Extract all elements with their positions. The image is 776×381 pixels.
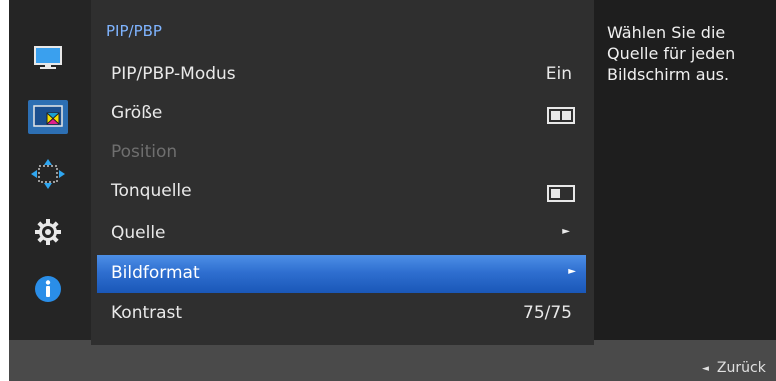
menu-item-value: 75/75 xyxy=(523,303,572,323)
monitor-icon xyxy=(34,46,62,69)
menu-item-label: Quelle xyxy=(111,223,166,243)
menu-item-picture-size[interactable]: Bildformat ► xyxy=(97,255,586,293)
pip-pbp-menu: PIP/PBP PIP/PBP-Modus Ein Größe Position… xyxy=(91,0,594,345)
bottom-bar xyxy=(9,340,776,381)
sidebar-item-position[interactable] xyxy=(28,157,68,191)
chevron-right-icon: ► xyxy=(568,266,576,277)
sidebar-item-picture[interactable] xyxy=(28,41,68,75)
position-arrows-icon xyxy=(31,159,65,189)
sidebar xyxy=(9,0,91,340)
back-button[interactable]: ◄ Zurück xyxy=(702,360,766,376)
menu-item-size[interactable]: Größe xyxy=(91,95,594,133)
menu-item-label: Kontrast xyxy=(111,303,183,323)
settings-gear-icon xyxy=(35,219,61,245)
sidebar-item-system[interactable] xyxy=(28,215,68,249)
menu-item-label: Größe xyxy=(111,103,163,123)
menu-item-sound-source[interactable]: Tonquelle xyxy=(91,173,594,211)
menu-item-label: Position xyxy=(111,142,178,162)
chevron-right-icon: ► xyxy=(562,226,570,237)
split-screen-icon xyxy=(547,107,575,124)
back-arrow-icon: ◄ xyxy=(702,364,709,374)
menu-item-value: Ein xyxy=(545,64,572,84)
help-text: Wählen Sie die Quelle für jeden Bildschi… xyxy=(607,23,736,84)
menu-item-contrast[interactable]: Kontrast 75/75 xyxy=(91,295,594,333)
menu-title: PIP/PBP xyxy=(106,22,162,40)
menu-item-label: Bildformat xyxy=(111,263,200,283)
sidebar-item-information[interactable] xyxy=(28,272,68,306)
pip-pbp-icon xyxy=(33,105,63,127)
menu-item-label: PIP/PBP-Modus xyxy=(111,64,236,84)
menu-item-pip-pbp-mode[interactable]: PIP/PBP-Modus Ein xyxy=(91,56,594,94)
back-label: Zurück xyxy=(716,360,766,376)
single-screen-icon xyxy=(547,185,575,202)
menu-item-label: Tonquelle xyxy=(111,181,192,201)
info-icon xyxy=(35,276,61,302)
menu-item-source[interactable]: Quelle ► xyxy=(91,215,594,253)
menu-item-position: Position xyxy=(91,134,594,172)
sidebar-item-pip-pbp[interactable] xyxy=(28,100,68,134)
osd-screen: PIP/PBP PIP/PBP-Modus Ein Größe Position… xyxy=(0,0,776,381)
